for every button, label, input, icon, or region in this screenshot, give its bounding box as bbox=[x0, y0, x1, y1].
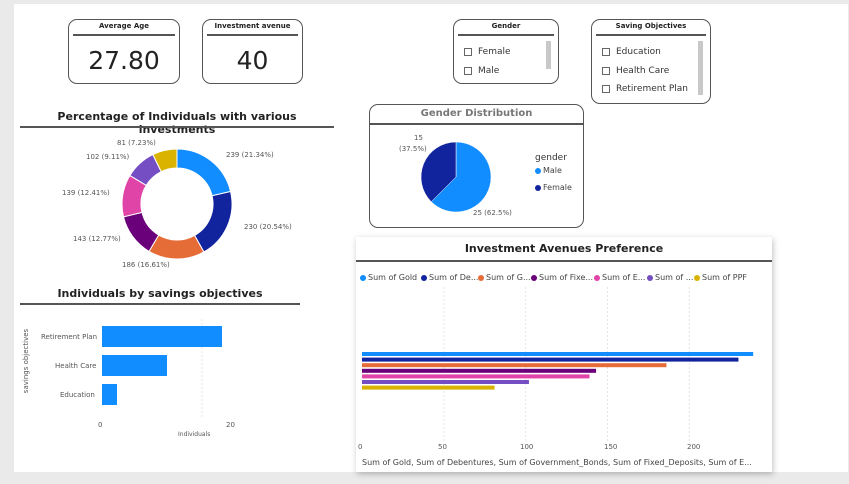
card-divider bbox=[596, 34, 706, 36]
slicer-scrollbar[interactable] bbox=[546, 41, 551, 69]
legend-label: Male bbox=[543, 166, 562, 175]
investment-preference-visual: Investment Avenues Preference Sum of Gol… bbox=[356, 237, 772, 472]
donut-slice[interactable] bbox=[176, 148, 232, 197]
slicer-item-education[interactable]: Education bbox=[602, 47, 661, 57]
donut-label-fixed-deposits: 143 (12.77%) bbox=[73, 235, 121, 243]
donut-slice[interactable] bbox=[193, 190, 233, 253]
investment-avenue-title: Investment avenue bbox=[214, 22, 291, 30]
invest-tick-50: 50 bbox=[438, 443, 447, 451]
average-age-card: Average Age 27.80 bbox=[68, 19, 180, 84]
donut-label-debentures: 230 (20.54%) bbox=[244, 223, 292, 231]
donut-label-equity: 139 (12.41%) bbox=[62, 189, 110, 197]
slicer-item-male[interactable]: Male bbox=[464, 66, 499, 76]
invest-tick-100: 100 bbox=[520, 443, 534, 451]
savings-bar[interactable] bbox=[102, 384, 117, 405]
title-underline bbox=[20, 126, 334, 128]
checkbox[interactable] bbox=[602, 67, 610, 75]
gender-slicer-title: Gender bbox=[491, 22, 521, 30]
invest-tick-150: 150 bbox=[604, 443, 618, 451]
savings-tick-0: 0 bbox=[98, 421, 103, 429]
legend-item-female[interactable]: Female bbox=[535, 183, 572, 192]
gender-legend-title: gender bbox=[535, 153, 567, 163]
donut-chart bbox=[121, 148, 233, 260]
pie-label-female-pct: (37.5%) bbox=[399, 145, 427, 153]
slicer-item-label: Female bbox=[478, 47, 511, 57]
investment-bar[interactable] bbox=[362, 385, 495, 390]
card-divider bbox=[458, 34, 554, 36]
invest-x-axis-title: Sum of Gold, Sum of Debentures, Sum of G… bbox=[362, 458, 752, 467]
investment-avenue-card: Investment avenue 40 bbox=[202, 19, 303, 84]
legend-dot-icon bbox=[535, 167, 541, 174]
donut-label-mutual-funds: 102 (9.11%) bbox=[86, 153, 130, 161]
slicer-item-health-care[interactable]: Health Care bbox=[602, 66, 669, 76]
donut-label-ppf: 81 (7.23%) bbox=[117, 139, 156, 147]
donut-label-gold: 239 (21.34%) bbox=[226, 151, 274, 159]
average-age-title: Average Age bbox=[98, 22, 150, 30]
donut-label-govt-bonds: 186 (16.61%) bbox=[122, 261, 170, 269]
gender-slicer: Gender Female Male bbox=[453, 19, 559, 84]
savings-bar[interactable] bbox=[102, 355, 167, 376]
checkbox[interactable] bbox=[602, 85, 610, 93]
legend-label: Female bbox=[543, 183, 572, 192]
title-underline bbox=[20, 303, 300, 305]
checkbox[interactable] bbox=[602, 48, 610, 56]
savings-tick-20: 20 bbox=[226, 421, 235, 429]
investment-bar[interactable] bbox=[362, 357, 739, 362]
savings-y-axis-title: savings objectives bbox=[22, 328, 31, 394]
pie-label-female-count: 15 bbox=[414, 134, 423, 142]
gender-distribution-card: Gender Distribution 15 (37.5%) 25 (62.5%… bbox=[369, 104, 584, 228]
invest-tick-200: 200 bbox=[687, 443, 701, 451]
investment-bar[interactable] bbox=[362, 352, 754, 356]
slicer-item-female[interactable]: Female bbox=[464, 47, 511, 57]
invest-tick-0: 0 bbox=[358, 443, 363, 451]
average-age-value: 27.80 bbox=[88, 46, 160, 75]
card-divider bbox=[73, 34, 175, 36]
savings-x-axis-title: Individuals bbox=[178, 431, 211, 438]
investment-bar[interactable] bbox=[362, 374, 590, 379]
investment-avenue-value: 40 bbox=[236, 46, 269, 75]
card-divider bbox=[207, 34, 298, 36]
savings-chart-title: Individuals by savings objectives bbox=[57, 287, 263, 300]
investment-bar[interactable] bbox=[362, 380, 529, 384]
slicer-item-label: Male bbox=[478, 66, 500, 76]
checkbox[interactable] bbox=[464, 67, 472, 75]
slicer-item-retirement-plan[interactable]: Retirement Plan bbox=[602, 84, 688, 94]
savings-category-health: Health Care bbox=[55, 362, 97, 370]
slicer-item-label: Retirement Plan bbox=[616, 84, 688, 94]
savings-category-retirement: Retirement Plan bbox=[41, 333, 97, 341]
checkbox[interactable] bbox=[464, 48, 472, 56]
report-canvas: Average Age 27.80 Investment avenue 40 G… bbox=[14, 4, 848, 472]
slicer-item-label: Health Care bbox=[616, 66, 670, 76]
savings-category-education: Education bbox=[60, 391, 95, 399]
slicer-item-label: Education bbox=[616, 47, 661, 57]
legend-item-male[interactable]: Male bbox=[535, 166, 562, 175]
pie-label-male: 25 (62.5%) bbox=[473, 209, 512, 217]
investment-bar-chart bbox=[362, 287, 754, 441]
saving-objectives-title: Saving Objectives bbox=[615, 22, 687, 30]
saving-objectives-slicer: Saving Objectives Education Health Care … bbox=[591, 19, 711, 104]
investment-bar[interactable] bbox=[362, 363, 667, 368]
slicer-scrollbar[interactable] bbox=[698, 41, 703, 95]
savings-bar[interactable] bbox=[102, 326, 222, 347]
donut-slice[interactable] bbox=[148, 234, 205, 260]
investment-bar[interactable] bbox=[362, 368, 597, 373]
legend-dot-icon bbox=[535, 184, 541, 191]
